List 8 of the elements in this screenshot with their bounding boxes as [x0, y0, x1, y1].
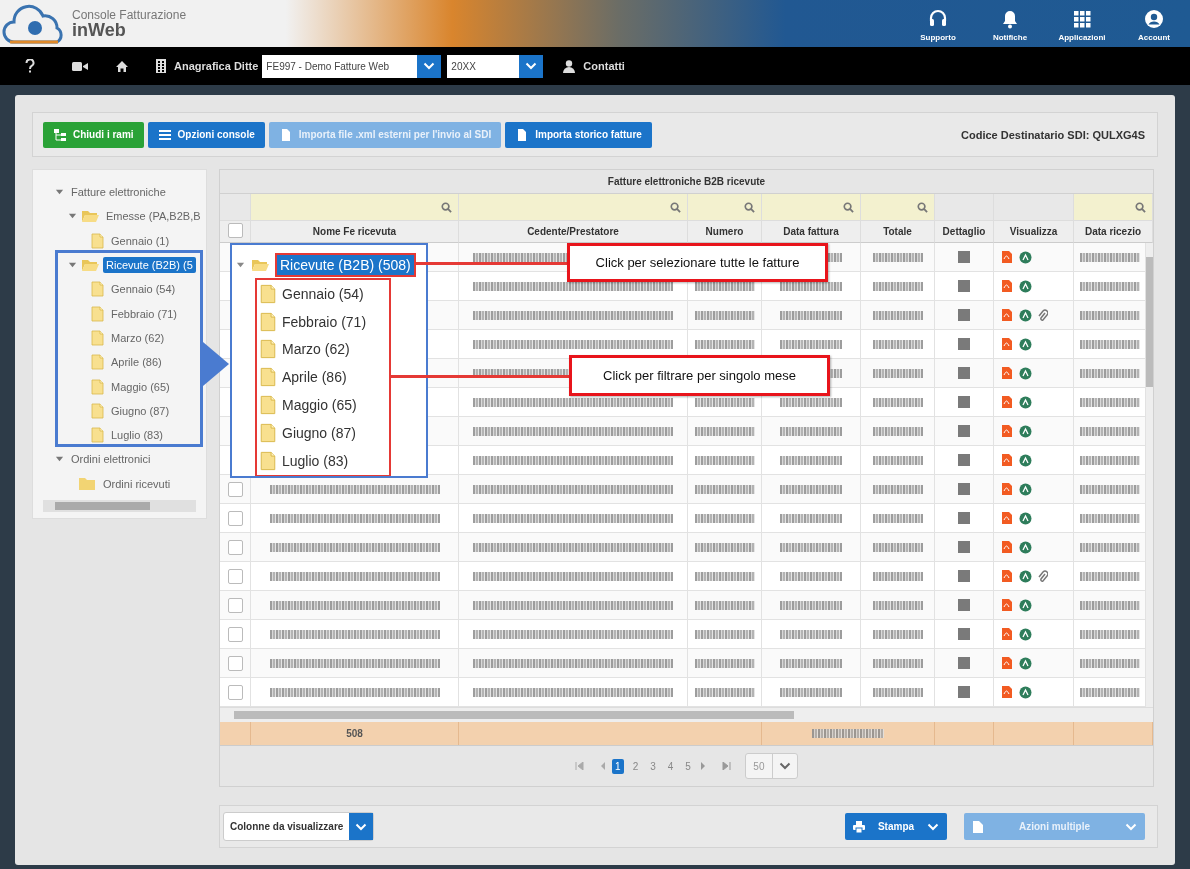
table-title: Fatture elettroniche B2B ricevute	[220, 170, 1153, 194]
callout-note: Click per filtrare per singolo mese	[569, 355, 830, 396]
recipient-code: Codice Destinatario SDI: QULXG4S	[961, 128, 1145, 141]
total-count: 508	[346, 728, 363, 739]
callout-note: Click per selezionare tutte le fatture	[567, 243, 828, 282]
app-name: inWeb	[72, 20, 127, 39]
nav-label: Anagrafica Ditte	[174, 60, 259, 72]
app-title: Console Fatturazione	[72, 8, 187, 21]
